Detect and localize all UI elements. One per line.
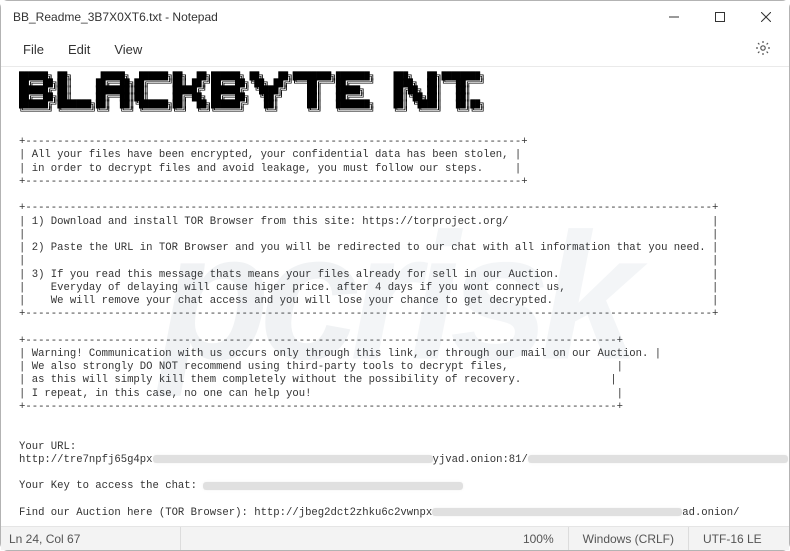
url-post: yjvad.onion:81/ bbox=[433, 454, 528, 466]
box2-l4: | | bbox=[19, 255, 718, 267]
url-pre: http://tre7npfj65g4px bbox=[19, 454, 153, 466]
status-zoom[interactable]: 100% bbox=[509, 527, 569, 550]
redacted-auction bbox=[432, 508, 682, 516]
menubar: File Edit View bbox=[1, 33, 789, 67]
box2-sep2: +---------------------------------------… bbox=[19, 308, 718, 320]
box2-l3: | 2) Paste the URL in TOR Browser and yo… bbox=[19, 242, 718, 254]
box3-l3: | as this will simply kill them complete… bbox=[19, 374, 617, 386]
window-titlebar: BB_Readme_3B7X0XT6.txt - Notepad bbox=[1, 1, 789, 33]
auction-post: ad.onion/ bbox=[682, 507, 739, 519]
editor-area[interactable]: pcrisk ██████╗ ██╗ █████╗ ██████╗██╗ ██╗… bbox=[1, 67, 789, 526]
menu-edit[interactable]: Edit bbox=[56, 36, 102, 63]
box3-l1: | Warning! Communication with us occurs … bbox=[19, 348, 661, 360]
box1-l2: | in order to decrypt files and avoid le… bbox=[19, 163, 521, 175]
redacted-url bbox=[153, 455, 433, 463]
status-cursor-pos: Ln 24, Col 67 bbox=[1, 527, 181, 550]
key-label: Your Key to access the chat: bbox=[19, 480, 203, 492]
box3-sep2: +---------------------------------------… bbox=[19, 401, 623, 413]
status-line-ending[interactable]: Windows (CRLF) bbox=[569, 527, 689, 550]
box2-l1: | 1) Download and install TOR Browser fr… bbox=[19, 216, 718, 228]
auction-pre: Find our Auction here (TOR Browser): htt… bbox=[19, 507, 432, 519]
window-title: BB_Readme_3B7X0XT6.txt - Notepad bbox=[13, 10, 651, 24]
box3-l2: | We also strongly DO NOT recommend usin… bbox=[19, 361, 623, 373]
box2-l2: | | bbox=[19, 229, 718, 241]
box1-sep: +---------------------------------------… bbox=[19, 136, 528, 148]
box3-sep: +---------------------------------------… bbox=[19, 335, 623, 347]
url-label: Your URL: bbox=[19, 441, 76, 453]
settings-button[interactable] bbox=[747, 34, 779, 65]
maximize-button[interactable] bbox=[697, 1, 743, 33]
minimize-button[interactable] bbox=[651, 1, 697, 33]
close-button[interactable] bbox=[743, 1, 789, 33]
box2-l6: | Everyday of delaying will cause higer … bbox=[19, 282, 718, 294]
menu-view[interactable]: View bbox=[102, 36, 154, 63]
ascii-banner: ██████╗ ██╗ █████╗ ██████╗██╗ ██╗██████╗… bbox=[1, 67, 789, 115]
box1-l1: | All your files have been encrypted, yo… bbox=[19, 149, 521, 161]
text-content[interactable]: +---------------------------------------… bbox=[1, 115, 789, 526]
window-controls bbox=[651, 1, 789, 33]
box1-sep2: +---------------------------------------… bbox=[19, 176, 528, 188]
menu-file[interactable]: File bbox=[11, 36, 56, 63]
box2-sep: +---------------------------------------… bbox=[19, 202, 718, 214]
box2-l5: | 3) If you read this message thats mean… bbox=[19, 269, 718, 281]
box2-l7: | We will remove your chat access and yo… bbox=[19, 295, 718, 307]
box3-l4: | I repeat, in this case, no one can hel… bbox=[19, 388, 623, 400]
statusbar: Ln 24, Col 67 100% Windows (CRLF) UTF-16… bbox=[1, 526, 789, 550]
redacted-url-tail bbox=[528, 455, 788, 463]
status-encoding[interactable]: UTF-16 LE bbox=[689, 527, 789, 550]
redacted-key bbox=[203, 482, 463, 490]
